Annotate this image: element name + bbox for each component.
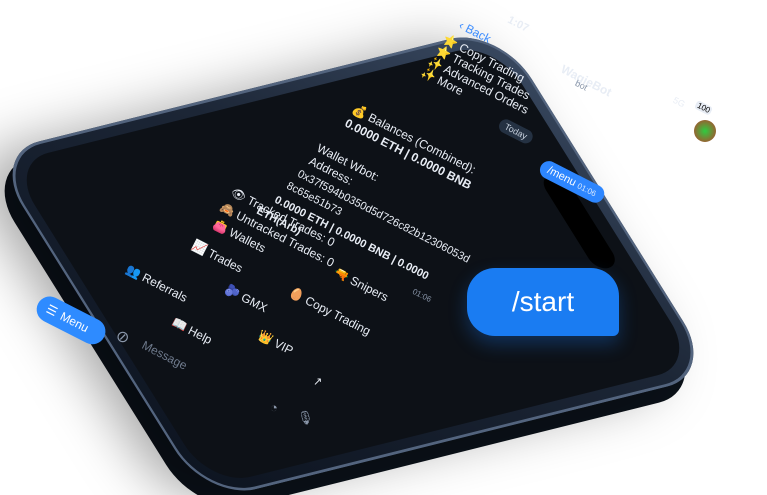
menu-label: Menu	[57, 309, 91, 336]
start-command-bubble: /start	[467, 268, 619, 336]
attach-icon[interactable]: ⊘	[116, 327, 129, 347]
bot-avatar[interactable]	[694, 120, 716, 142]
microphone-icon[interactable]: 🎙	[297, 410, 314, 426]
command-time: 01:06	[575, 181, 598, 199]
menu-icon: ☰	[43, 301, 60, 320]
phone-body	[0, 26, 717, 495]
external-link-icon[interactable]: ↗	[313, 375, 322, 388]
sticker-icon[interactable]: ◔	[270, 400, 278, 415]
